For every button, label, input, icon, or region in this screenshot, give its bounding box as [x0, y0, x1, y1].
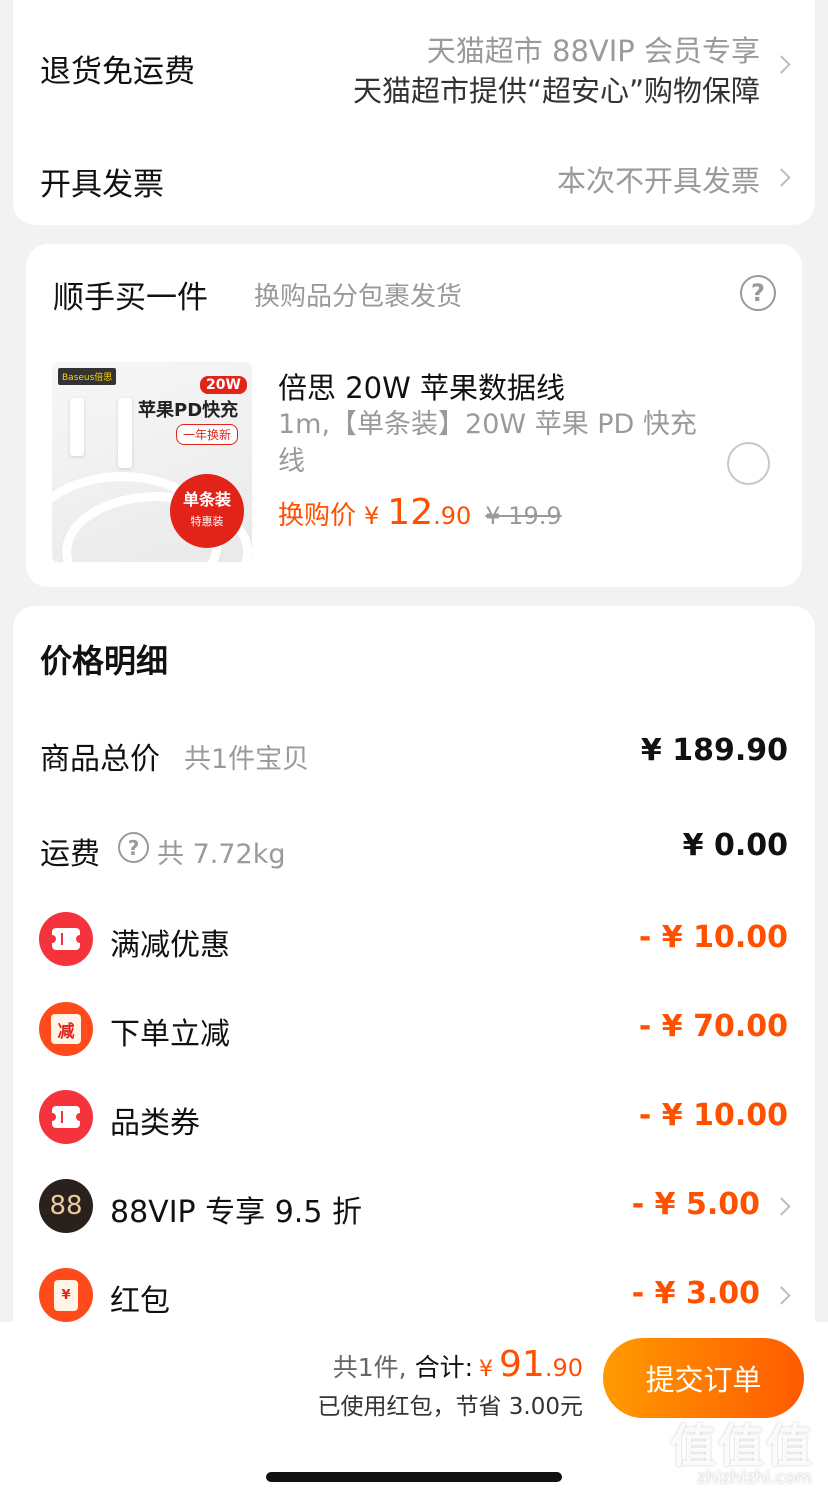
price-label: 换购价 [278, 501, 357, 531]
saving-note: 已使用红包，节省 3.00元 [317, 1394, 583, 1420]
image-tag: 一年换新 [176, 424, 239, 445]
vip-88-icon: 88 [39, 1179, 93, 1233]
invoice-value: 本次不开具发票 [556, 164, 760, 198]
shipping-value: ¥ 0.00 [682, 828, 788, 863]
coupon-ticket-icon [39, 912, 93, 966]
total-currency: ¥ [479, 1357, 494, 1382]
item-count: 共1件, [332, 1353, 407, 1382]
discount-label: 下单立减 [110, 1017, 230, 1052]
addon-subtitle: 换购品分包裹发货 [254, 282, 463, 312]
return-line1: 天猫超市 88VIP 会员专享 [426, 34, 760, 68]
invoice-row[interactable]: 本次不开具发票 [440, 152, 800, 202]
order-total: 共1件, 合计: ¥ 91 .90 [333, 1344, 583, 1385]
shipping-note: 共 7.72kg [157, 839, 286, 870]
goods-total-note: 共1件宝贝 [184, 744, 310, 775]
pack-badge-sub: 特惠装 [190, 515, 224, 528]
discount-label: 红包 [110, 1284, 170, 1319]
price-detail-card [13, 606, 815, 1366]
watermark-site: zhizhizhi.com [697, 1468, 812, 1488]
product-spec: 1m,【单条装】20W 苹果 PD 快充线 [278, 409, 697, 477]
addon-title: 顺手买一件 [53, 280, 208, 316]
help-circle-icon[interactable]: ? [740, 275, 776, 311]
addon-select-radio[interactable] [727, 442, 770, 485]
price-detail-title: 价格明细 [40, 642, 169, 680]
total-label: 合计: [414, 1353, 474, 1382]
price-decimal: .90 [433, 502, 472, 530]
chevron-right-icon [772, 1286, 791, 1305]
discount-value: - ¥ 10.00 [638, 920, 788, 955]
invoice-label: 开具发票 [40, 167, 164, 203]
discount-value: - ¥ 70.00 [638, 1009, 788, 1044]
red-packet-row[interactable]: 红包 - ¥ 3.00 [100, 1269, 800, 1323]
discount-value: - ¥ 10.00 [638, 1098, 788, 1133]
discount-value: - ¥ 5.00 [631, 1187, 760, 1222]
help-circle-icon[interactable]: ? [118, 832, 149, 863]
image-badge-20w: 20W [200, 376, 247, 394]
product-image[interactable]: Baseus倍思 20W 苹果PD快充 一年换新 单条装 特惠装 [52, 362, 252, 562]
discount-value: - ¥ 3.00 [631, 1276, 760, 1311]
goods-total-value: ¥ 189.90 [640, 733, 788, 768]
red-envelope-text: ¥ [54, 1279, 78, 1311]
reduce-badge-icon: 减 [39, 1002, 93, 1056]
pack-badge: 单条装 特惠装 [170, 474, 244, 548]
return-shipping-row[interactable]: 天猫超市 88VIP 会员专享 天猫超市提供“超安心”购物保障 [300, 24, 800, 108]
return-label: 退货免运费 [40, 54, 195, 90]
total-decimal: .90 [544, 1354, 583, 1382]
watermark-logo: 值值值 [670, 1419, 814, 1473]
product-price: 换购价 ¥ 12 .90 ¥ 19.9 [278, 492, 562, 533]
discount-label: 满减优惠 [110, 928, 230, 963]
chevron-right-icon [772, 168, 791, 187]
price-currency: ¥ [364, 502, 380, 530]
goods-total-label: 商品总价 [40, 742, 160, 777]
home-indicator [266, 1472, 562, 1482]
product-name[interactable]: 倍思 20W 苹果数据线 [278, 365, 565, 407]
discount-label: 品类券 [110, 1106, 200, 1141]
submit-order-button[interactable]: 提交订单 [603, 1338, 804, 1418]
red-envelope-icon: ¥ [39, 1268, 93, 1322]
total-integer: 91 [499, 1344, 545, 1385]
return-line2: 天猫超市提供“超安心”购物保障 [352, 74, 760, 108]
image-title: 苹果PD快充 [138, 400, 239, 421]
chevron-right-icon [772, 1197, 791, 1216]
lightning-plug [118, 398, 132, 468]
reduce-badge-text: 减 [51, 1014, 81, 1044]
original-price: ¥ 19.9 [485, 502, 562, 530]
coupon-ticket-icon [39, 1090, 93, 1144]
brand-logo: Baseus倍思 [58, 368, 117, 385]
usb-c-plug [70, 398, 84, 456]
discount-label: 88VIP 专享 9.5 折 [110, 1195, 362, 1230]
vip-discount-row[interactable]: 88VIP 专享 9.5 折 - ¥ 5.00 [100, 1180, 800, 1234]
price-integer: 12 [387, 492, 434, 533]
pack-badge-text: 单条装 [182, 490, 231, 509]
shipping-label: 运费 [40, 837, 100, 872]
chevron-right-icon [772, 55, 791, 74]
